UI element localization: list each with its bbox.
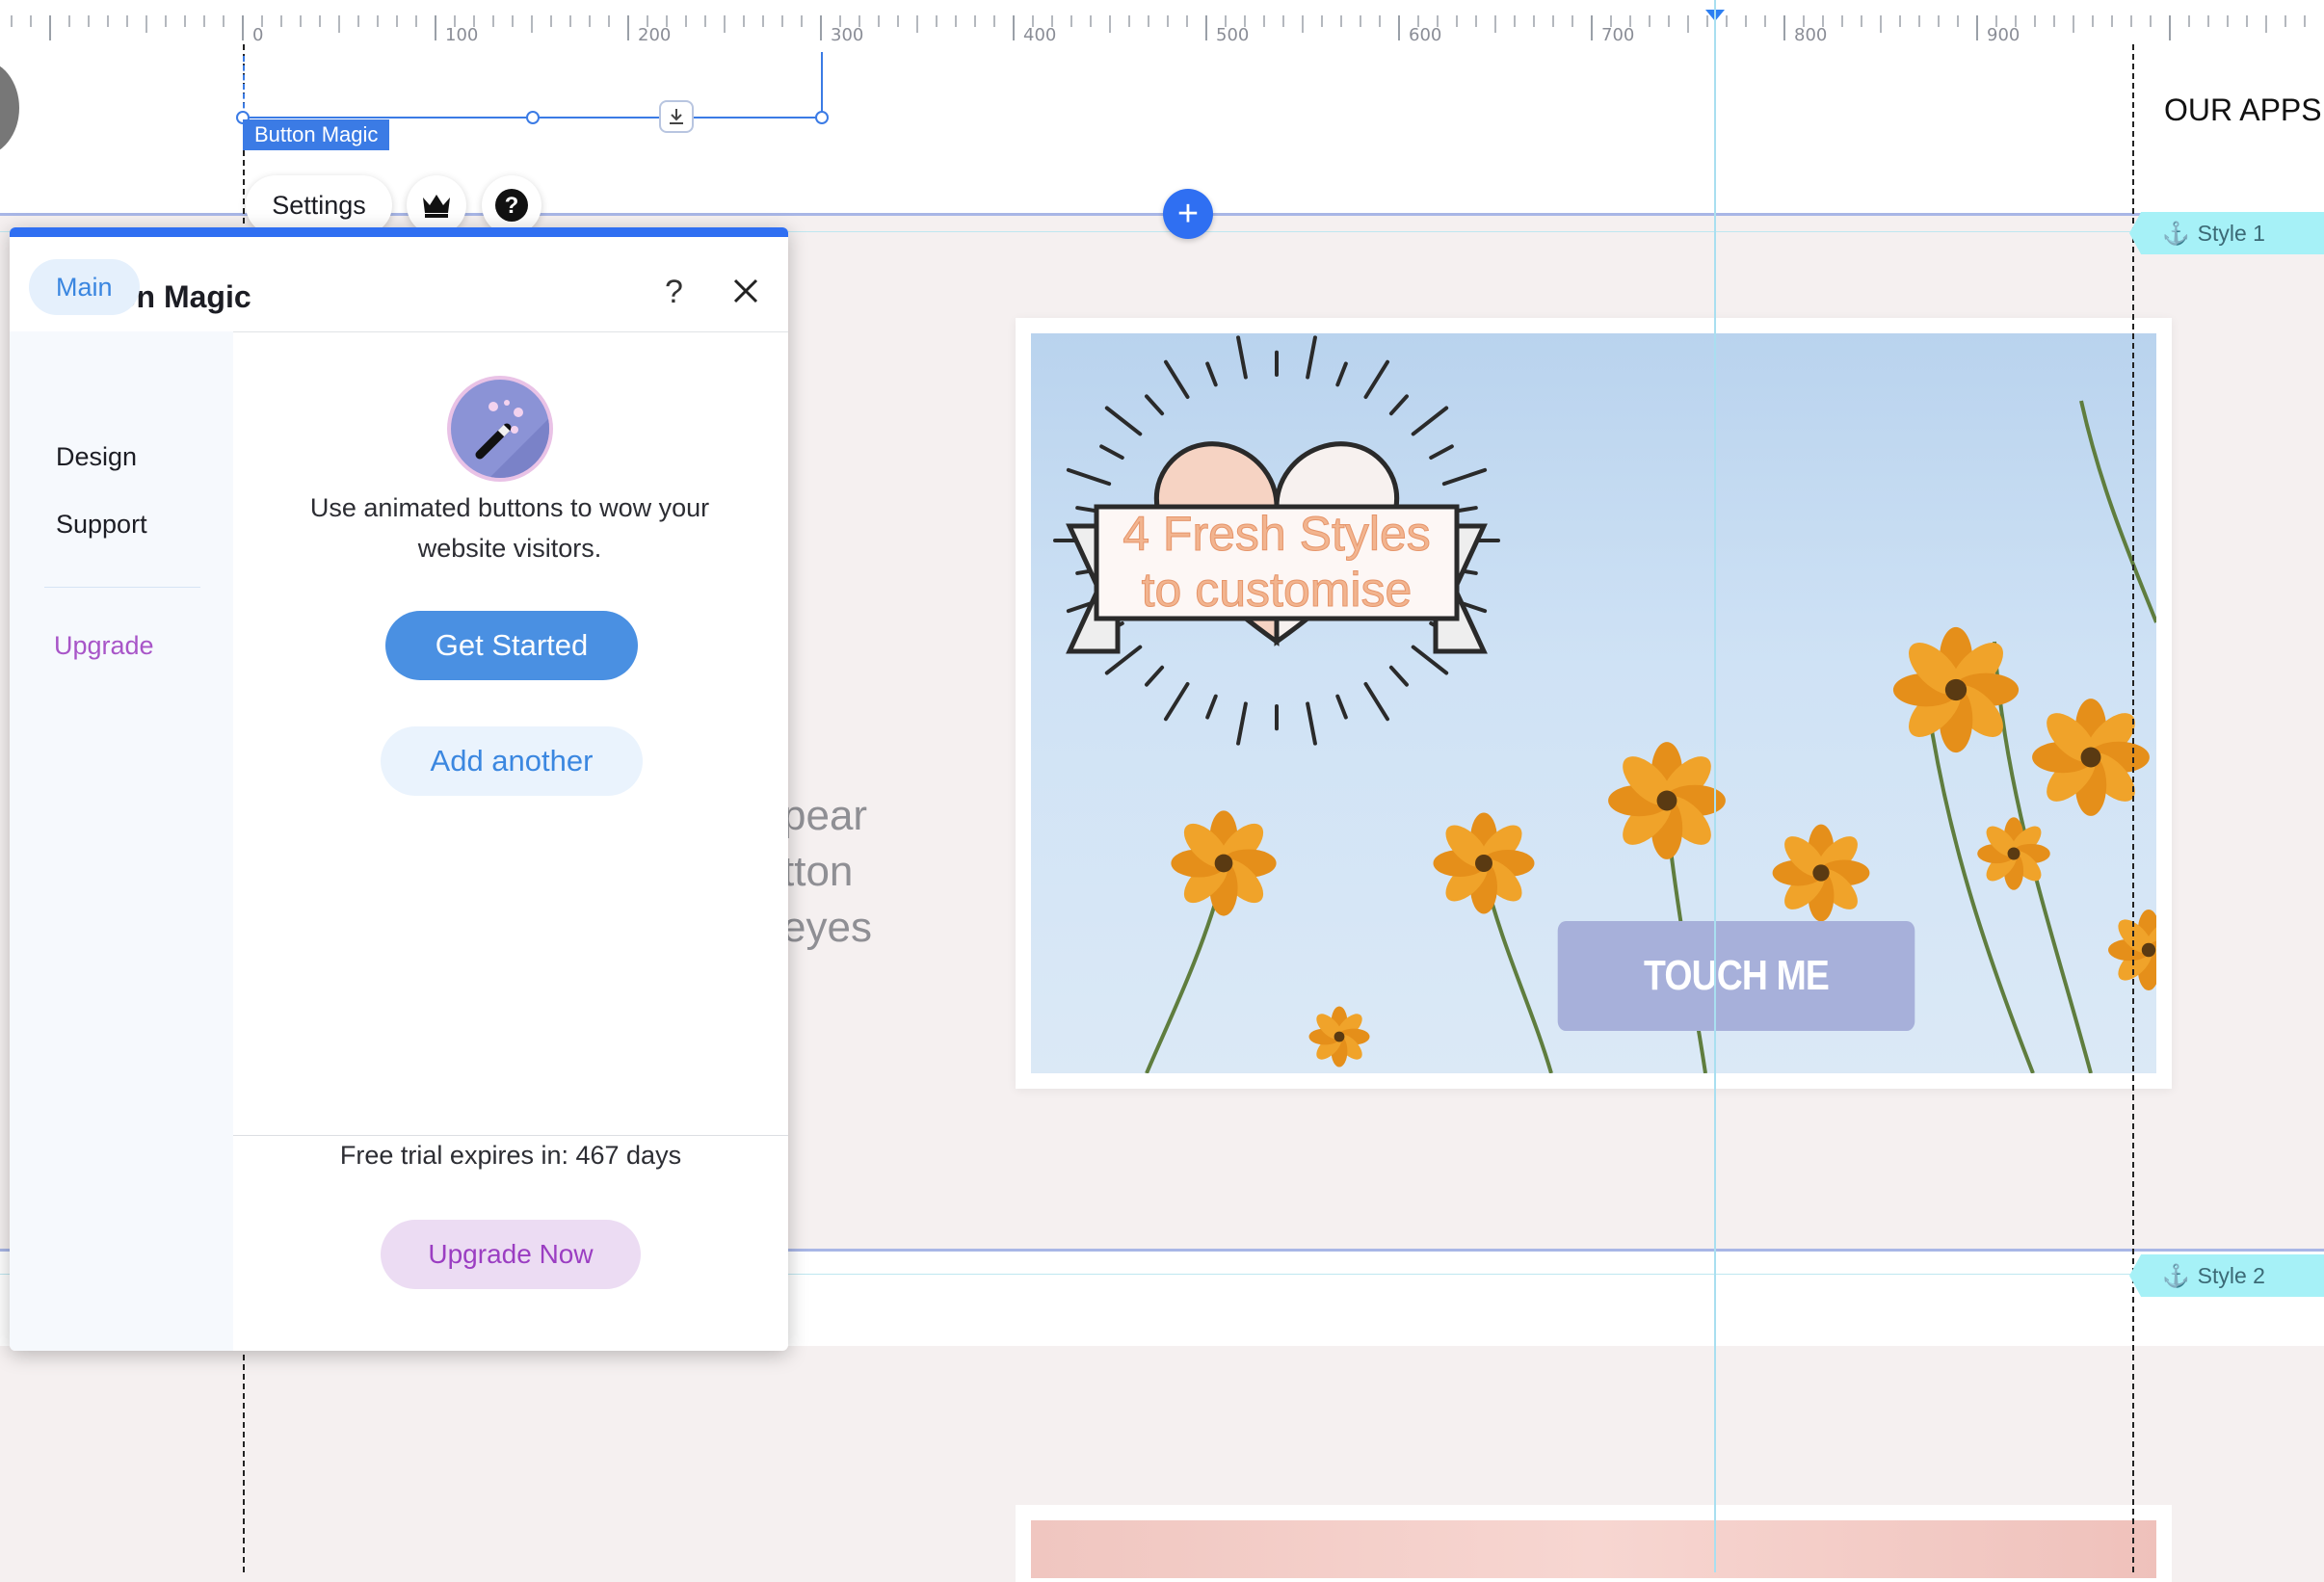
sunburst-ray — [1363, 681, 1389, 722]
sunburst-ray — [1236, 335, 1248, 380]
flower — [1433, 812, 1535, 914]
ruler-label: 700 — [1601, 25, 1635, 45]
sunburst-ray — [1388, 665, 1409, 687]
sunburst-ray — [1066, 467, 1112, 487]
sunburst-ray — [1335, 694, 1348, 720]
sunburst-ray — [1145, 665, 1165, 687]
upgrade-crown-button[interactable] — [407, 175, 466, 235]
nav-link-our-apps[interactable]: OUR APPS — [2164, 92, 2322, 128]
flower — [1892, 626, 2020, 753]
anchor-tag-style-1[interactable]: ⚓ Style 1 — [2129, 212, 2324, 254]
sunburst-ray — [1441, 467, 1488, 487]
magic-wand-app-icon — [447, 376, 553, 482]
panel-body — [233, 331, 788, 1351]
ruler-ticks — [11, 15, 2306, 40]
resize-handle-right[interactable] — [815, 111, 829, 124]
sunburst-ray — [1306, 335, 1317, 380]
bg-text-line: pear — [782, 792, 868, 839]
sunburst-ray — [1099, 444, 1124, 460]
svg-text:?: ? — [505, 193, 519, 219]
panel-help-button[interactable]: ? — [665, 274, 683, 311]
sidebar-item-support[interactable]: Support — [29, 496, 174, 552]
ruler-label: 800 — [1794, 25, 1828, 45]
panel-drag-bar[interactable] — [10, 227, 788, 237]
ruler-label: 900 — [1987, 25, 2020, 45]
footer-divider — [233, 1135, 788, 1136]
download-arrow-icon — [670, 109, 683, 124]
banner-text-line-2: to customise — [1142, 563, 1413, 617]
ruler-label: 400 — [1023, 25, 1057, 45]
flower — [1171, 810, 1277, 916]
magic-wand-icon — [475, 400, 549, 478]
selection-tag: Button Magic — [243, 119, 390, 150]
bg-text-line: eyes — [782, 904, 872, 951]
flower — [1772, 824, 1870, 922]
sunburst-ray — [1164, 681, 1190, 722]
sidebar-divider — [44, 587, 200, 588]
anchor-label: Style 2 — [2197, 1262, 2265, 1288]
sunburst-ray — [1104, 406, 1143, 436]
bg-text-line: tton — [782, 848, 854, 895]
ruler-label: 0 — [252, 25, 264, 45]
horizontal-ruler: 0 100 200 300 400 500 600 700 800 900 — [0, 0, 2324, 45]
sunburst-ray — [1164, 359, 1190, 400]
ruler-label: 100 — [445, 25, 479, 45]
help-button[interactable]: ? — [482, 175, 541, 235]
help-icon: ? — [495, 189, 528, 222]
sunburst-ray — [1363, 359, 1389, 400]
close-icon — [733, 278, 758, 303]
sidebar-item-design[interactable]: Design — [29, 429, 164, 485]
get-started-button[interactable]: Get Started — [385, 611, 638, 680]
ruler-label: 600 — [1409, 25, 1442, 45]
sunburst-ray — [1429, 444, 1454, 460]
sunburst-ray — [1306, 701, 1317, 746]
ruler-label: 500 — [1216, 25, 1250, 45]
pink-fabric-photo[interactable] — [1031, 1520, 2156, 1578]
resize-handle-middle[interactable] — [526, 111, 540, 124]
sidebar-item-upgrade[interactable]: Upgrade — [27, 618, 181, 673]
flower — [1608, 742, 1726, 859]
sunburst-ray — [1145, 394, 1165, 416]
sunburst-ray — [1388, 394, 1409, 416]
upgrade-now-button[interactable]: Upgrade Now — [381, 1220, 641, 1289]
ruler-label: 200 — [638, 25, 672, 45]
flower — [1977, 817, 2050, 890]
app-description: Use animated buttons to wow your website… — [309, 493, 710, 563]
demo-touch-me-button[interactable]: TOUCH ME — [1557, 921, 1915, 1031]
panel-close-button[interactable] — [730, 276, 761, 306]
sunburst-ray — [1205, 694, 1218, 720]
banner-text-line-1: 4 Fresh Styles — [1122, 507, 1431, 561]
ruler-label: 300 — [831, 25, 864, 45]
selection-edge-right — [821, 52, 823, 118]
sunburst-ray — [1335, 361, 1348, 387]
sidebar-item-main[interactable]: Main — [29, 259, 140, 315]
vertical-guide-line[interactable] — [1714, 0, 1716, 1572]
selection-box[interactable] — [243, 56, 825, 118]
canvas-background-text: pear tton eyes — [782, 788, 872, 956]
sunburst-ray — [1411, 406, 1449, 436]
trial-status-text: Free trial expires in: 467 days — [339, 1141, 682, 1170]
anchor-label: Style 1 — [2197, 220, 2265, 246]
stretch-handle[interactable] — [659, 100, 694, 133]
flower — [1308, 1006, 1370, 1068]
sunburst-ray — [1205, 361, 1218, 387]
settings-button[interactable]: Settings — [246, 175, 392, 235]
anchor-icon: ⚓ — [2162, 220, 2190, 246]
add-another-button[interactable]: Add another — [381, 726, 643, 796]
add-section-button[interactable]: + — [1163, 189, 1213, 239]
crown-icon — [423, 195, 450, 218]
page-margin-guide-right — [2132, 44, 2134, 1572]
sunburst-ray — [1236, 701, 1248, 746]
anchor-tag-style-2[interactable]: ⚓ Style 2 — [2129, 1254, 2324, 1297]
anchor-icon: ⚓ — [2162, 1262, 2190, 1288]
